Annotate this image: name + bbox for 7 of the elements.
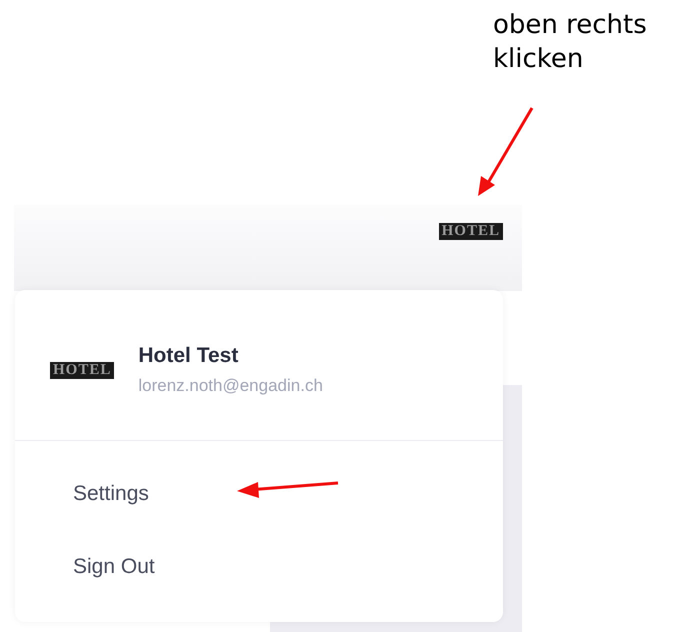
hotel-logo[interactable]: HOTEL <box>438 223 503 240</box>
user-email: lorenz.noth@engadin.ch <box>138 374 323 396</box>
menu-item[interactable]: Settings <box>15 479 207 509</box>
hotel-logo: HOTEL <box>50 362 114 378</box>
user-name: Hotel Test <box>138 342 240 368</box>
menu-item[interactable]: Sign Out <box>15 552 213 582</box>
annotation-text: oben rechts klicken <box>493 9 647 76</box>
